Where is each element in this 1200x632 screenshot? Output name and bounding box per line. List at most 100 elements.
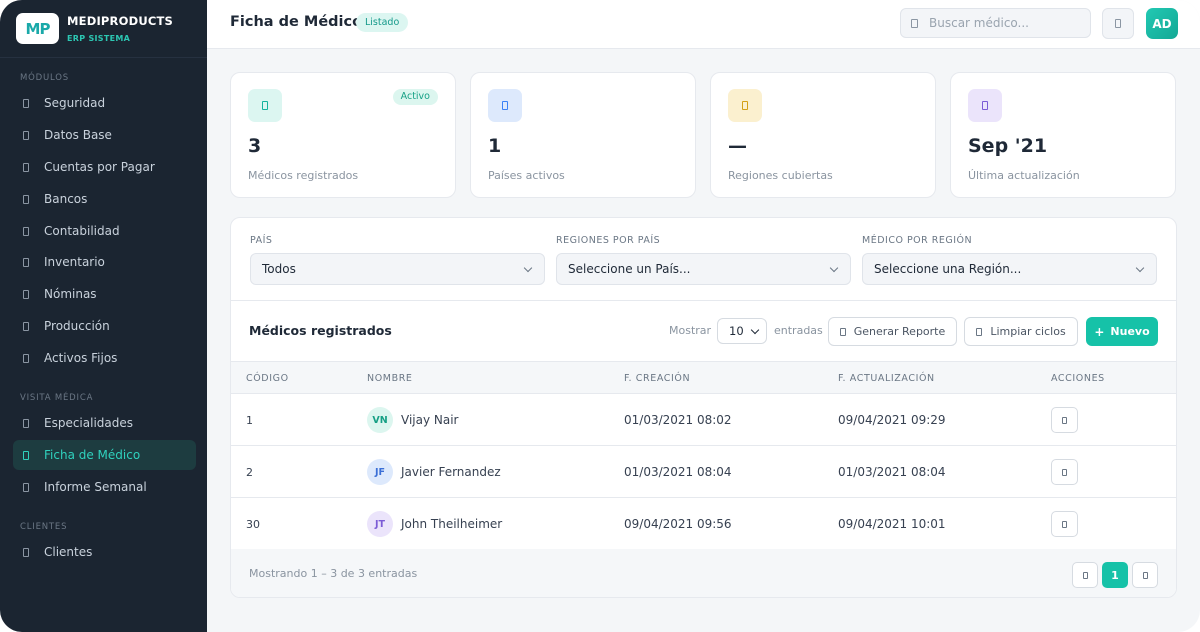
sidebar-item-label: Ficha de Médico	[44, 448, 141, 462]
column-header[interactable]: NOMBRE	[367, 373, 413, 384]
cell-code: 30	[246, 518, 260, 531]
cell-name: Javier Fernandez	[401, 465, 501, 479]
button-label: Limpiar ciclos	[990, 325, 1066, 338]
sidebar-item-label: Activos Fijos	[44, 351, 118, 365]
sidebar-item-activos-fijos[interactable]: Activos Fijos	[13, 343, 196, 373]
eraser-icon	[976, 327, 983, 336]
stat-label: Países activos	[488, 169, 565, 182]
chevron-down-icon	[829, 263, 839, 273]
sidebar-item-label: Nóminas	[44, 287, 97, 301]
sidebar-item-label: Datos Base	[44, 128, 112, 142]
topbar: Ficha de Médico Listado AD	[207, 0, 1200, 49]
avatar: JT	[367, 511, 393, 537]
sidebar-item-informe-semanal[interactable]: Informe Semanal	[13, 472, 196, 502]
pagination-info: Mostrando 1 – 3 de 3 entradas	[249, 567, 418, 580]
prev-page-button[interactable]	[1072, 562, 1098, 588]
sidebar: MP MEDIPRODUCTS ERP SISTEMA MÓDULOS Segu…	[0, 0, 207, 632]
brand-name: MEDIPRODUCTS	[67, 14, 174, 28]
box-icon	[23, 257, 29, 267]
column-header[interactable]: F. CREACIÓN	[624, 373, 690, 384]
invoice-icon	[23, 162, 29, 172]
search-box[interactable]	[900, 8, 1091, 38]
stat-value: 1	[488, 135, 502, 157]
stat-value: Sep '21	[968, 135, 1048, 157]
cell-name: John Theilheimer	[401, 517, 503, 531]
building-icon	[23, 353, 29, 363]
filter-label-medico: MÉDICO POR REGIÓN	[862, 235, 973, 246]
table-row[interactable]: 2 JF Javier Fernandez 01/03/2021 08:04 0…	[231, 446, 1176, 498]
avatar[interactable]: AD	[1146, 8, 1178, 39]
brand-subtitle: ERP SISTEMA	[67, 34, 131, 43]
sidebar-item-seguridad[interactable]: Seguridad	[13, 88, 196, 118]
factory-icon	[23, 321, 29, 331]
sidebar-item-datos-base[interactable]: Datos Base	[13, 120, 196, 150]
chevron-down-icon	[523, 263, 533, 273]
select-value: Todos	[262, 262, 296, 276]
shield-icon	[23, 98, 29, 108]
select-value: 10	[729, 324, 744, 338]
table-row[interactable]: 1 VN Vijay Nair 01/03/2021 08:02 09/04/2…	[231, 394, 1176, 446]
cell-code: 2	[246, 466, 253, 479]
avatar: VN	[367, 407, 393, 433]
select-value: Seleccione una Región...	[874, 262, 1022, 276]
section-title-clientes: CLIENTES	[20, 522, 68, 532]
sidebar-item-label: Producción	[44, 319, 110, 333]
sidebar-item-ficha-de-medico[interactable]: Ficha de Médico	[13, 440, 196, 470]
logo: MP	[16, 13, 59, 44]
column-header: ACCIONES	[1051, 373, 1105, 384]
stat-value: —	[728, 135, 747, 157]
page-button-current[interactable]: 1	[1102, 562, 1128, 588]
cell-created: 01/03/2021 08:04	[624, 465, 732, 479]
search-icon	[911, 18, 918, 28]
next-page-button[interactable]	[1132, 562, 1158, 588]
doctor-region-select[interactable]: Seleccione una Región...	[862, 253, 1157, 285]
stat-label: Regiones cubiertas	[728, 169, 833, 182]
sidebar-item-label: Informe Semanal	[44, 480, 147, 494]
stat-card-countries: 1 Países activos	[470, 72, 696, 198]
edit-button[interactable]	[1051, 459, 1078, 485]
doctors-panel: PAÍS Todos REGIONES POR PAÍS Seleccione …	[230, 217, 1177, 598]
edit-button[interactable]	[1051, 511, 1078, 537]
entries-label: entradas	[774, 324, 823, 337]
users-icon	[23, 547, 29, 557]
sidebar-item-inventario[interactable]: Inventario	[13, 247, 196, 277]
chevron-right-icon	[1142, 571, 1148, 579]
plus-icon: +	[1094, 324, 1105, 339]
stat-card-last-update: Sep '21 Última actualización	[950, 72, 1176, 198]
payroll-icon	[23, 289, 29, 299]
report-icon	[23, 482, 29, 492]
edit-button[interactable]	[1051, 407, 1078, 433]
column-header[interactable]: CÓDIGO	[246, 373, 289, 384]
notifications-button[interactable]	[1102, 8, 1134, 39]
sidebar-item-label: Bancos	[44, 192, 88, 206]
table-row[interactable]: 30 JT John Theilheimer 09/04/2021 09:56 …	[231, 498, 1176, 550]
sidebar-item-bancos[interactable]: Bancos	[13, 184, 196, 214]
generate-report-button[interactable]: Generar Reporte	[828, 317, 957, 346]
sidebar-item-nominas[interactable]: Nóminas	[13, 279, 196, 309]
sidebar-item-especialidades[interactable]: Especialidades	[13, 408, 196, 438]
sidebar-item-cuentas-por-pagar[interactable]: Cuentas por Pagar	[13, 152, 196, 182]
new-doctor-button[interactable]: + Nuevo	[1086, 317, 1158, 346]
country-select[interactable]: Todos	[250, 253, 545, 285]
chevron-left-icon	[1082, 571, 1088, 579]
clear-cycles-button[interactable]: Limpiar ciclos	[964, 317, 1078, 346]
column-header[interactable]: F. ACTUALIZACIÓN	[838, 373, 935, 384]
filter-label-pais: PAÍS	[250, 235, 273, 246]
region-select[interactable]: Seleccione un País...	[556, 253, 851, 285]
cell-created: 09/04/2021 09:56	[624, 517, 732, 531]
edit-icon	[1062, 416, 1067, 424]
stat-card-doctors: Activo 3 Médicos registrados	[230, 72, 456, 198]
doctor-icon	[248, 89, 282, 122]
sidebar-item-clientes[interactable]: Clientes	[13, 537, 196, 567]
app-window: MP MEDIPRODUCTS ERP SISTEMA MÓDULOS Segu…	[0, 0, 1200, 632]
table-title: Médicos registrados	[249, 323, 392, 338]
sidebar-item-contabilidad[interactable]: Contabilidad	[13, 216, 196, 246]
section-title-visita-medica: VISITA MÉDICA	[20, 393, 94, 403]
cell-updated: 09/04/2021 09:29	[838, 413, 946, 427]
sidebar-item-label: Cuentas por Pagar	[44, 160, 155, 174]
search-input[interactable]	[929, 16, 1079, 30]
page-title: Ficha de Médico	[230, 14, 363, 30]
sidebar-item-label: Seguridad	[44, 96, 106, 110]
page-size-select[interactable]: 10	[717, 318, 767, 344]
sidebar-item-produccion[interactable]: Producción	[13, 311, 196, 341]
